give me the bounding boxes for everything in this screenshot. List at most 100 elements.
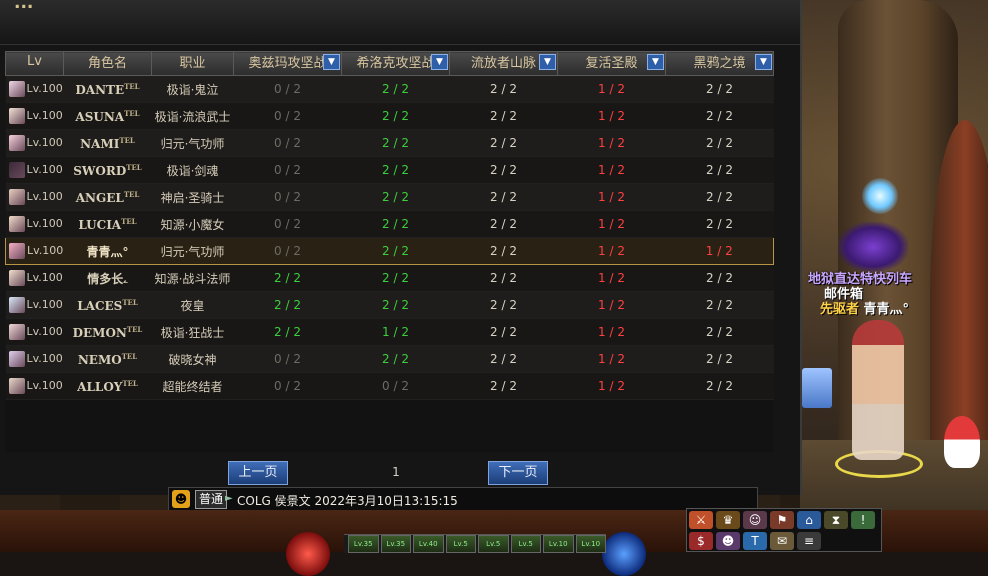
dropdown-arrow-icon[interactable]: ▼: [647, 54, 664, 70]
glowing-orb-icon: [862, 178, 898, 214]
column-header-label: 希洛克攻坚战: [356, 56, 435, 71]
table-row[interactable]: Lv.100 LUCIATEL 知源·小魔女 0 / 22 / 22 / 21 / 2…: [5, 210, 774, 238]
name-tag: TEL: [122, 297, 138, 307]
name-tag: TEL: [121, 351, 138, 361]
skill-slot[interactable]: Lv.35: [348, 535, 379, 553]
exile-count: 2 / 2: [449, 156, 558, 184]
tp-icon[interactable]: T: [743, 532, 767, 550]
class-cell: 知源·战斗法师: [151, 264, 234, 292]
ozma-count: 0 / 2: [233, 183, 342, 211]
table-row[interactable]: Lv.100 ANGELTEL 神启·圣骑士 0 / 22 / 22 / 21 / 2…: [5, 183, 774, 211]
class-cell: 极诣·鬼泣: [151, 75, 234, 103]
skill-slot[interactable]: Lv.10: [543, 535, 574, 553]
character-name-cell: LACESTEL: [63, 291, 152, 319]
column-header[interactable]: 流放者山脉 ▼: [449, 51, 558, 76]
ozma-count: 0 / 2: [233, 102, 342, 130]
ozma-count: 0 / 2: [233, 129, 342, 157]
character-avatar-icon: [8, 162, 25, 178]
character-avatar-icon: [8, 189, 25, 205]
skill-slot[interactable]: Lv.35: [380, 535, 411, 553]
ozma-count: 0 / 2: [233, 237, 342, 265]
hp-orb: [286, 532, 330, 576]
column-header-label: 角色名: [87, 56, 127, 71]
level-cell: Lv.100: [5, 318, 64, 346]
event-icon[interactable]: ⚔: [689, 511, 713, 529]
ozma-count: 0 / 2: [233, 210, 342, 238]
table-row[interactable]: Lv.100 情多长ۦ 知源·战斗法师 2 / 22 / 22 / 21 / 22 /…: [5, 264, 774, 292]
siroco-count: 2 / 2: [341, 237, 450, 265]
player-character[interactable]: [852, 320, 904, 460]
level-text: Lv.100: [26, 190, 63, 203]
column-header[interactable]: 希洛克攻坚战 ▼: [341, 51, 450, 76]
pet-companion[interactable]: [944, 416, 980, 468]
table-row[interactable]: Lv.100 ALLOYTEL 超能终结者 0 / 20 / 22 / 21 / 22…: [5, 372, 774, 400]
crown-icon[interactable]: ♛: [716, 511, 740, 529]
shop-icon[interactable]: $: [689, 532, 713, 550]
siroco-count: 2 / 2: [341, 156, 450, 184]
quest-icon[interactable]: !: [851, 511, 875, 529]
column-header-label: 职业: [179, 56, 206, 71]
chat-bar[interactable]: ☻ 普通 ► COLG 侯景文 2022年3月10日13:15:15: [168, 487, 758, 512]
class-cell: 夜皇: [151, 291, 234, 319]
home-icon[interactable]: ⌂: [797, 511, 821, 529]
skill-slot[interactable]: Lv.40: [413, 535, 444, 553]
table-header: Lv 角色名 职业 奥兹玛攻坚战 ▼ 希洛克攻坚战 ▼ 流放者山脉 ▼ 复活圣殿 ▼ 黑鸦之境 ▼: [5, 51, 774, 76]
skill-slot[interactable]: Lv.5: [445, 535, 476, 553]
dropdown-arrow-icon[interactable]: ▼: [755, 54, 772, 70]
character-name: 青青灬°: [86, 244, 129, 259]
level-text: Lv.100: [26, 379, 63, 392]
table-row[interactable]: Lv.100 DANTETEL 极诣·鬼泣 0 / 22 / 22 / 21 / 22…: [5, 75, 774, 103]
dropdown-arrow-icon[interactable]: ▼: [539, 54, 556, 70]
table-row[interactable]: Lv.100 SWORDTEL 极诣·剑魂 0 / 22 / 22 / 21 / 22…: [5, 156, 774, 184]
temple-count: 1 / 2: [557, 291, 666, 319]
exile-count: 2 / 2: [449, 372, 558, 400]
temple-count: 1 / 2: [557, 210, 666, 238]
character-name-cell: SWORDTEL: [63, 156, 152, 184]
dropdown-arrow-icon[interactable]: ▼: [323, 54, 340, 70]
skill-slot[interactable]: Lv.10: [575, 535, 606, 553]
next-page-button[interactable]: 下一页: [488, 461, 548, 485]
panel-header: ...: [0, 0, 800, 45]
column-header[interactable]: 黑鸦之境 ▼: [665, 51, 774, 76]
character-dungeon-panel: ... Lv 角色名 职业 奥兹玛攻坚战 ▼ 希洛克攻坚战 ▼ 流放者山脉 ▼ 复活圣殿 ▼ 黑鸦之境…: [0, 0, 802, 495]
menu-icon[interactable]: ≡: [797, 532, 821, 550]
dropdown-arrow-icon[interactable]: ▼: [431, 54, 448, 70]
level-cell: Lv.100: [5, 372, 64, 400]
raven-count: 2 / 2: [665, 156, 774, 184]
exile-count: 2 / 2: [449, 102, 558, 130]
level-cell: Lv.100: [5, 291, 64, 319]
guild-icon[interactable]: ⚑: [770, 511, 794, 529]
skill-slot[interactable]: Lv.5: [478, 535, 509, 553]
character-name: LUCIA: [78, 217, 122, 232]
character-name-cell: NAMITEL: [63, 129, 152, 157]
column-header[interactable]: 奥兹玛攻坚战 ▼: [233, 51, 342, 76]
siroco-count: 2 / 2: [341, 183, 450, 211]
table-row[interactable]: Lv.100 NEMOTEL 破晓女神 0 / 22 / 22 / 21 / 22 /…: [5, 345, 774, 373]
table-row[interactable]: Lv.100 DEMONTEL 极诣·狂战士 2 / 21 / 22 / 21 / 2…: [5, 318, 774, 346]
raven-count: 2 / 2: [665, 318, 774, 346]
table-row[interactable]: Lv.100 青青灬° 归元·气功师 0 / 22 / 22 / 21 / 21 / …: [5, 237, 774, 265]
temple-count: 1 / 2: [557, 102, 666, 130]
table-row[interactable]: Lv.100 LACESTEL 夜皇 2 / 22 / 22 / 21 / 22 / …: [5, 291, 774, 319]
column-header: 角色名: [63, 51, 152, 76]
level-text: Lv.100: [26, 136, 63, 149]
exile-count: 2 / 2: [449, 129, 558, 157]
temple-count: 1 / 2: [557, 345, 666, 373]
skill-slot[interactable]: Lv.5: [510, 535, 541, 553]
blue-box[interactable]: [802, 368, 832, 408]
column-header[interactable]: 复活圣殿 ▼: [557, 51, 666, 76]
avatar-icon[interactable]: ☻: [716, 532, 740, 550]
character-name: ASUNA: [75, 109, 125, 124]
mail-icon[interactable]: ✉: [770, 532, 794, 550]
name-tag: TEL: [122, 378, 138, 388]
character-name-cell: ALLOYTEL: [63, 372, 152, 400]
level-cell: Lv.100: [5, 264, 64, 292]
emoji-icon[interactable]: ☻: [172, 490, 190, 508]
character-avatar-icon: [8, 270, 25, 286]
prev-page-button[interactable]: 上一页: [228, 461, 288, 485]
table-row[interactable]: Lv.100 ASUNATEL 极诣·流浪武士 0 / 22 / 22 / 21 / …: [5, 102, 774, 130]
chat-mode-button[interactable]: 普通: [195, 490, 228, 509]
character-icon[interactable]: ☺: [743, 511, 767, 529]
hourglass-icon[interactable]: ⧗: [824, 511, 848, 529]
table-row[interactable]: Lv.100 NAMITEL 归元·气功师 0 / 22 / 22 / 21 / 22…: [5, 129, 774, 157]
